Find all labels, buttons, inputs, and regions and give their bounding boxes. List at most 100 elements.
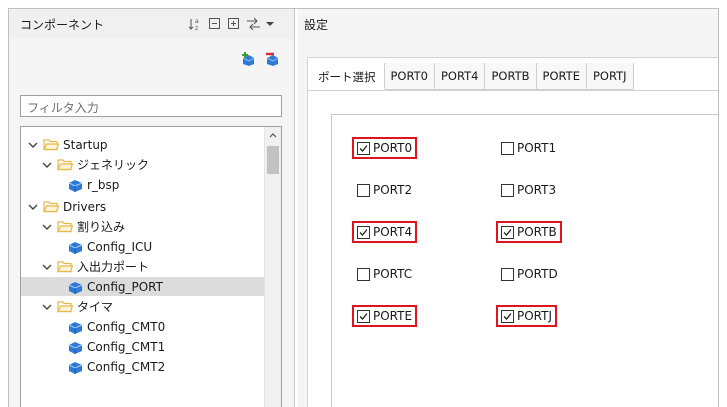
checkbox-label: PORTB <box>517 225 557 239</box>
settings-panel-header: 設定 <box>298 9 718 39</box>
checkbox-checked-icon[interactable] <box>501 225 514 239</box>
chevron-down-icon[interactable] <box>41 261 53 273</box>
tree-scrollbar[interactable] <box>264 127 281 407</box>
tree-item[interactable]: Config_CMT1 <box>21 337 267 356</box>
checkbox-label: PORT4 <box>373 225 413 239</box>
component-icon <box>67 240 83 254</box>
tree-item[interactable]: r_bsp <box>21 175 267 194</box>
tab-divider <box>308 90 718 91</box>
checkbox-unchecked-icon[interactable] <box>501 141 514 155</box>
checkbox-label: PORTJ <box>517 309 553 323</box>
components-header-toolbar: az <box>188 17 278 32</box>
folder-icon <box>57 260 74 274</box>
component-tree[interactable]: Config_CMT2 Config_CMT1 Config_CMT0 タイマ Conf… <box>20 126 282 407</box>
settings-content: ポート選択 PORT0 PORT4 PORTB PORTE PORTJ PORT0 PORT… <box>307 57 718 407</box>
checkbox-unchecked-icon[interactable] <box>501 183 514 197</box>
scroll-up-icon[interactable] <box>269 132 277 138</box>
component-icon <box>67 360 83 374</box>
tree-item[interactable]: Config_ICU <box>21 237 267 256</box>
component-icon <box>67 280 83 294</box>
tree-item-label: 割り込み <box>77 220 126 234</box>
checkbox-label: PORT2 <box>373 183 413 197</box>
tree-item[interactable]: Startup <box>21 135 267 154</box>
scrollbar-thumb[interactable] <box>267 146 279 174</box>
tree-item-label: Config_CMT2 <box>87 359 166 374</box>
tree-item-label: Config_PORT <box>87 279 163 294</box>
tree-item[interactable]: ジェネリック <box>21 155 267 174</box>
checkbox-checked-icon[interactable] <box>357 141 370 155</box>
checkbox-checked-icon[interactable] <box>357 309 370 323</box>
app-window: コンポーネント az フィルタ入力 Config_CMT2 Config_CMT… <box>8 8 719 407</box>
tree-item[interactable]: Config_CMT2 <box>21 357 267 376</box>
tree-item-label: 入出力ポート <box>77 260 150 274</box>
tree-item-label: r_bsp <box>87 177 120 192</box>
portd-checkbox[interactable]: PORTD <box>496 263 563 285</box>
component-icon <box>67 320 83 334</box>
folder-icon <box>57 158 74 172</box>
tree-item-label: Config_CMT1 <box>87 339 166 354</box>
folder-icon <box>57 300 74 314</box>
tree-item[interactable]: 割り込み <box>21 217 267 236</box>
tree-item[interactable]: 入出力ポート <box>21 257 267 276</box>
folder-icon <box>43 138 60 152</box>
tree-item-label: ジェネリック <box>77 158 150 172</box>
folder-icon <box>57 220 74 234</box>
remove-component-icon[interactable] <box>264 51 280 70</box>
tree-item-label: Startup <box>63 137 108 152</box>
port4-checkbox[interactable]: PORT4 <box>352 221 418 243</box>
port3-checkbox[interactable]: PORT3 <box>496 179 561 201</box>
port0-checkbox[interactable]: PORT0 <box>352 137 418 159</box>
filter-input[interactable]: フィルタ入力 <box>20 95 282 117</box>
chevron-down-icon[interactable] <box>41 159 53 171</box>
tree-item[interactable]: Config_PORT <box>21 277 267 296</box>
checkbox-checked-icon[interactable] <box>357 225 370 239</box>
dropdown-arrow-icon[interactable] <box>265 17 278 30</box>
tree-item-label: Config_ICU <box>87 239 153 254</box>
tree-item[interactable]: Config_CMT0 <box>21 317 267 336</box>
tab-portb[interactable]: PORTB <box>485 63 537 90</box>
collapse-all-icon[interactable] <box>208 17 221 30</box>
chevron-down-icon[interactable] <box>41 301 53 313</box>
checkbox-checked-icon[interactable] <box>501 309 514 323</box>
tree-item-label: タイマ <box>77 300 114 314</box>
expand-all-icon[interactable] <box>227 17 240 30</box>
portb-checkbox[interactable]: PORTB <box>496 221 562 243</box>
checkbox-label: PORT0 <box>373 141 413 155</box>
checkbox-label: PORTC <box>373 267 413 281</box>
checkbox-unchecked-icon[interactable] <box>357 267 370 281</box>
settings-panel-title: 設定 <box>304 18 329 32</box>
port1-checkbox[interactable]: PORT1 <box>496 137 561 159</box>
tab-port-select[interactable]: ポート選択 <box>308 63 385 90</box>
components-panel-title: コンポーネント <box>20 18 105 32</box>
chevron-down-icon[interactable] <box>27 139 39 151</box>
port-selection-group: PORT0 PORT1 PORT2 PORT3 PORT4 PORTB PORTC PORTD… <box>331 114 718 407</box>
tree-item[interactable]: タイマ <box>21 297 267 316</box>
portj-checkbox[interactable]: PORTJ <box>496 305 558 327</box>
checkbox-label: PORTE <box>373 309 413 323</box>
component-icon <box>67 340 83 354</box>
tab-port4[interactable]: PORT4 <box>434 63 486 90</box>
component-icon <box>67 178 83 192</box>
components-panel: コンポーネント az フィルタ入力 Config_CMT2 Config_CMT… <box>9 9 295 407</box>
port-tab-bar: ポート選択 PORT0 PORT4 PORTB PORTE PORTJ <box>308 63 634 91</box>
tree-item-label: Config_CMT0 <box>87 319 166 334</box>
components-action-toolbar <box>240 51 280 70</box>
portc-checkbox[interactable]: PORTC <box>352 263 417 285</box>
sort-az-icon[interactable]: az <box>188 17 202 32</box>
port2-checkbox[interactable]: PORT2 <box>352 179 417 201</box>
chevron-down-icon[interactable] <box>27 201 39 213</box>
svg-text:z: z <box>195 25 198 31</box>
checkbox-label: PORT3 <box>517 183 557 197</box>
checkbox-unchecked-icon[interactable] <box>357 183 370 197</box>
components-panel-header: コンポーネント az <box>9 9 294 39</box>
checkbox-unchecked-icon[interactable] <box>501 267 514 281</box>
link-icon[interactable] <box>246 17 260 31</box>
tree-item[interactable]: Drivers <box>21 197 267 216</box>
tab-porte[interactable]: PORTE <box>536 63 587 90</box>
svg-text:a: a <box>195 18 199 25</box>
chevron-down-icon[interactable] <box>41 221 53 233</box>
add-component-icon[interactable] <box>240 51 256 70</box>
tab-portj[interactable]: PORTJ <box>586 63 634 90</box>
tab-port0[interactable]: PORT0 <box>384 63 435 90</box>
porte-checkbox[interactable]: PORTE <box>352 305 418 327</box>
